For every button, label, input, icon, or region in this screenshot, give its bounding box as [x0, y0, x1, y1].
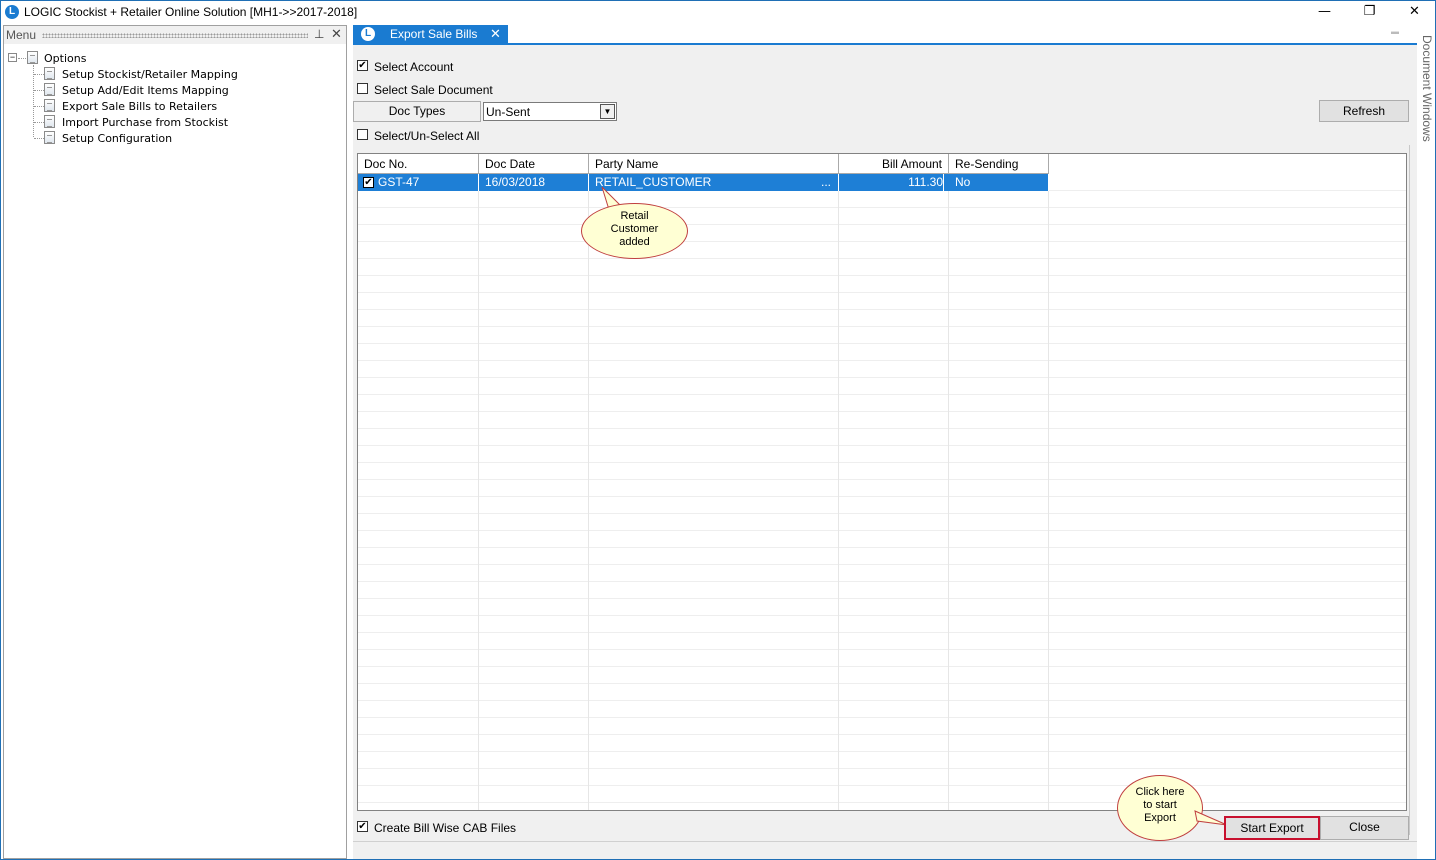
callout-line: added: [619, 236, 650, 248]
doc-types-label: Doc Types: [353, 101, 481, 122]
retail-customer-callout: Retail Customer added: [581, 203, 688, 259]
party-lookup-ellipsis-button[interactable]: ...: [821, 174, 839, 191]
tab-export-sale-bills[interactable]: L Export Sale Bills ✕: [353, 25, 508, 44]
tab-close-button[interactable]: ✕: [490, 26, 501, 42]
sale-bills-grid[interactable]: Doc No. Doc Date Party Name Bill Amount …: [357, 153, 1407, 811]
document-tab-strip: L Export Sale Bills ✕: [353, 25, 1417, 44]
app-logo-icon: L: [361, 27, 375, 41]
menu-panel-header: Menu ⊥ ✕: [4, 26, 346, 44]
tree-item-label: Setup Add/Edit Items Mapping: [62, 84, 229, 97]
document-icon: [44, 83, 55, 96]
pin-icon[interactable]: ⊥: [314, 27, 324, 41]
table-row[interactable]: ✔ GST-47 16/03/2018 RETAIL_CUSTOMER ... …: [358, 174, 1049, 191]
callout-line: Customer: [610, 223, 659, 235]
menu-close-button[interactable]: ✕: [331, 26, 342, 42]
vertical-divider: [1409, 145, 1410, 835]
collapse-icon[interactable]: −: [8, 53, 17, 62]
doc-types-dropdown[interactable]: Un-Sent ▼: [483, 102, 617, 121]
select-all-label: Select/Un-Select All: [374, 129, 480, 143]
checkbox-box[interactable]: [357, 129, 368, 140]
refresh-button[interactable]: Refresh: [1319, 100, 1409, 122]
tree-item-import-purchase[interactable]: Import Purchase from Stockist: [4, 114, 304, 130]
grid-body: ✔ GST-47 16/03/2018 RETAIL_CUSTOMER ... …: [358, 174, 1406, 810]
column-header-doc-no[interactable]: Doc No.: [358, 154, 479, 174]
column-header-re-sending[interactable]: Re-Sending: [949, 154, 1049, 174]
folder-icon: [27, 51, 38, 64]
close-button[interactable]: Close: [1320, 816, 1409, 840]
document-icon: [44, 131, 55, 144]
window-title: LOGIC Stockist + Retailer Online Solutio…: [24, 5, 358, 19]
restore-button[interactable]: ❐: [1347, 1, 1392, 23]
tree-item-export-sale-bills[interactable]: Export Sale Bills to Retailers: [4, 98, 304, 114]
tree-item-items-mapping[interactable]: Setup Add/Edit Items Mapping: [4, 82, 304, 98]
checkbox-box[interactable]: [357, 83, 368, 94]
row-checkbox[interactable]: ✔: [363, 177, 374, 188]
tree-root-label: Options: [44, 52, 87, 65]
cell-doc-date[interactable]: 16/03/2018: [485, 174, 589, 191]
column-header-party-name[interactable]: Party Name: [589, 154, 839, 174]
title-bar: L LOGIC Stockist + Retailer Online Solut…: [1, 1, 1435, 24]
menu-panel-title: Menu: [6, 28, 37, 42]
app-window: L LOGIC Stockist + Retailer Online Solut…: [0, 0, 1436, 860]
tab-label: Export Sale Bills: [390, 27, 478, 41]
menu-drag-grip[interactable]: [42, 33, 308, 38]
document-icon: [44, 67, 55, 80]
grid-header: Doc No. Doc Date Party Name Bill Amount …: [358, 154, 1406, 174]
dropdown-arrow-icon[interactable]: ▼: [600, 104, 615, 119]
tree-item-label: Setup Stockist/Retailer Mapping: [62, 68, 238, 81]
tree-item-label: Setup Configuration: [62, 132, 173, 145]
checkbox-box[interactable]: ✔: [357, 60, 368, 71]
menu-panel: Menu ⊥ ✕ − Options Setup Stockist/Retail…: [3, 25, 347, 859]
cell-bill-amount[interactable]: 111.30: [839, 174, 944, 191]
document-icon: [44, 115, 55, 128]
document-windows-label: Document Windows: [1420, 35, 1434, 142]
cell-doc-no[interactable]: GST-47: [378, 174, 479, 191]
tree-item-label: Export Sale Bills to Retailers: [62, 100, 218, 113]
cell-re-sending[interactable]: No: [955, 174, 1049, 191]
doc-types-value: Un-Sent: [486, 105, 531, 119]
minimize-button[interactable]: —: [1302, 1, 1347, 23]
app-logo-icon: L: [5, 5, 19, 19]
start-export-button[interactable]: Start Export: [1224, 816, 1320, 840]
create-cab-files-label: Create Bill Wise CAB Files: [374, 821, 517, 835]
tree-item-label: Import Purchase from Stockist: [62, 116, 229, 129]
callout-line: Export: [1144, 812, 1176, 824]
status-bar: [353, 841, 1417, 859]
select-sale-document-label: Select Sale Document: [374, 83, 493, 97]
start-export-callout: Click here to start Export: [1117, 775, 1203, 841]
document-icon: [44, 99, 55, 112]
close-window-button[interactable]: ✕: [1392, 1, 1436, 23]
column-header-doc-date[interactable]: Doc Date: [479, 154, 589, 174]
callout-line: to start: [1143, 799, 1177, 811]
export-sale-bills-form: ✔ Select Account Select Sale Document Do…: [353, 45, 1417, 859]
tree-item-stockist-retailer-mapping[interactable]: Setup Stockist/Retailer Mapping: [4, 66, 304, 82]
checkbox-box[interactable]: ✔: [357, 821, 368, 832]
callout-line: Click here: [1135, 786, 1185, 798]
select-account-label: Select Account: [374, 60, 454, 74]
callout-line: Retail: [620, 210, 649, 222]
column-header-bill-amount[interactable]: Bill Amount: [839, 154, 949, 174]
tree-item-setup-configuration[interactable]: Setup Configuration: [4, 130, 304, 146]
document-windows-panel[interactable]: Document Windows: [1418, 25, 1435, 859]
tab-list-dropdown-icon[interactable]: ▬: [1391, 27, 1399, 36]
